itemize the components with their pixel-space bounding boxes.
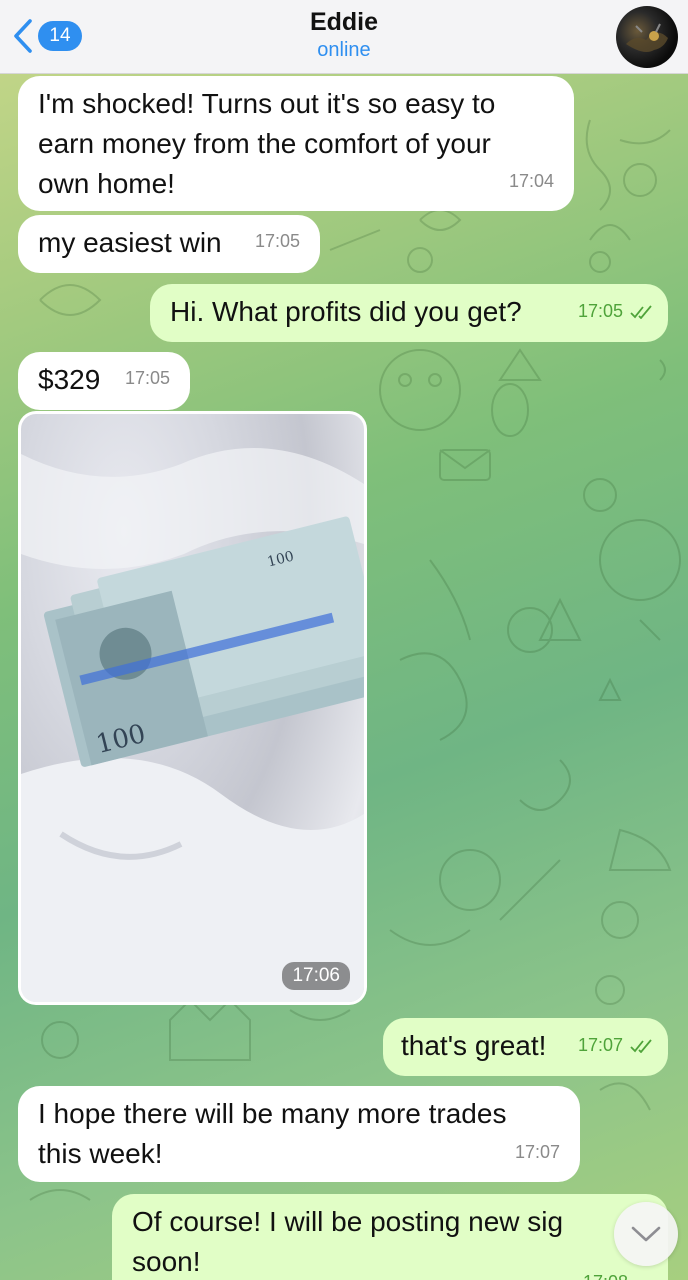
- photo-time: 17:06: [282, 962, 350, 990]
- message-time: 17:05: [577, 301, 623, 321]
- avatar-image-icon: [626, 23, 668, 52]
- incoming-message[interactable]: I hope there will be many more trades th…: [18, 1086, 580, 1182]
- message-text-line: own home!: [38, 168, 175, 199]
- incoming-message[interactable]: my easiest win 17:05: [18, 215, 320, 273]
- message-text-line: this week!: [38, 1138, 163, 1169]
- outgoing-message[interactable]: that's great! 17:07: [383, 1018, 668, 1076]
- photo-message[interactable]: 100 100 17:06: [18, 411, 367, 1005]
- message-time: 17:07: [577, 1035, 623, 1055]
- chevron-down-icon: [631, 1226, 661, 1242]
- message-text: that's great!: [401, 1030, 547, 1061]
- message-text-line: Of course! I will be posting new sig: [132, 1206, 564, 1237]
- contact-info[interactable]: Eddie online: [0, 8, 688, 62]
- message-time: 17:05: [124, 368, 170, 388]
- incoming-message[interactable]: $329 17:05: [18, 352, 190, 410]
- scroll-to-bottom-button[interactable]: [614, 1202, 678, 1266]
- message-text: Hi. What profits did you get?: [170, 296, 522, 327]
- double-check-icon: [630, 1039, 652, 1054]
- message-time-status: 17:05: [578, 291, 654, 331]
- message-time: 17:07: [514, 1142, 560, 1162]
- message-text: $329: [38, 364, 101, 395]
- photo-image[interactable]: 100 100 17:06: [21, 414, 364, 1002]
- message-text: my easiest win: [38, 227, 222, 258]
- incoming-message[interactable]: I'm shocked! Turns out it's so easy to e…: [18, 76, 574, 211]
- message-text-line: I'm shocked! Turns out it's so easy to: [38, 88, 496, 119]
- message-text-line: soon!: [132, 1246, 201, 1277]
- chat-header: 14 Eddie online: [0, 0, 688, 74]
- message-text-line: I hope there will be many more trades: [38, 1098, 507, 1129]
- avatar[interactable]: [616, 6, 678, 68]
- outgoing-message[interactable]: Hi. What profits did you get? 17:05: [150, 284, 668, 342]
- contact-status: online: [317, 39, 371, 61]
- message-time-status: 17:07: [578, 1025, 654, 1065]
- outgoing-message[interactable]: Of course! I will be posting new sig soo…: [112, 1194, 668, 1280]
- message-time: 17:04: [508, 171, 554, 191]
- message-time: 17:08: [583, 1262, 628, 1280]
- double-check-icon: [630, 305, 652, 320]
- message-time: 17:05: [254, 231, 300, 251]
- money-photo-illustration: 100 100: [21, 448, 364, 1002]
- contact-name: Eddie: [309, 8, 379, 36]
- message-text-line: earn money from the comfort of your: [38, 128, 491, 159]
